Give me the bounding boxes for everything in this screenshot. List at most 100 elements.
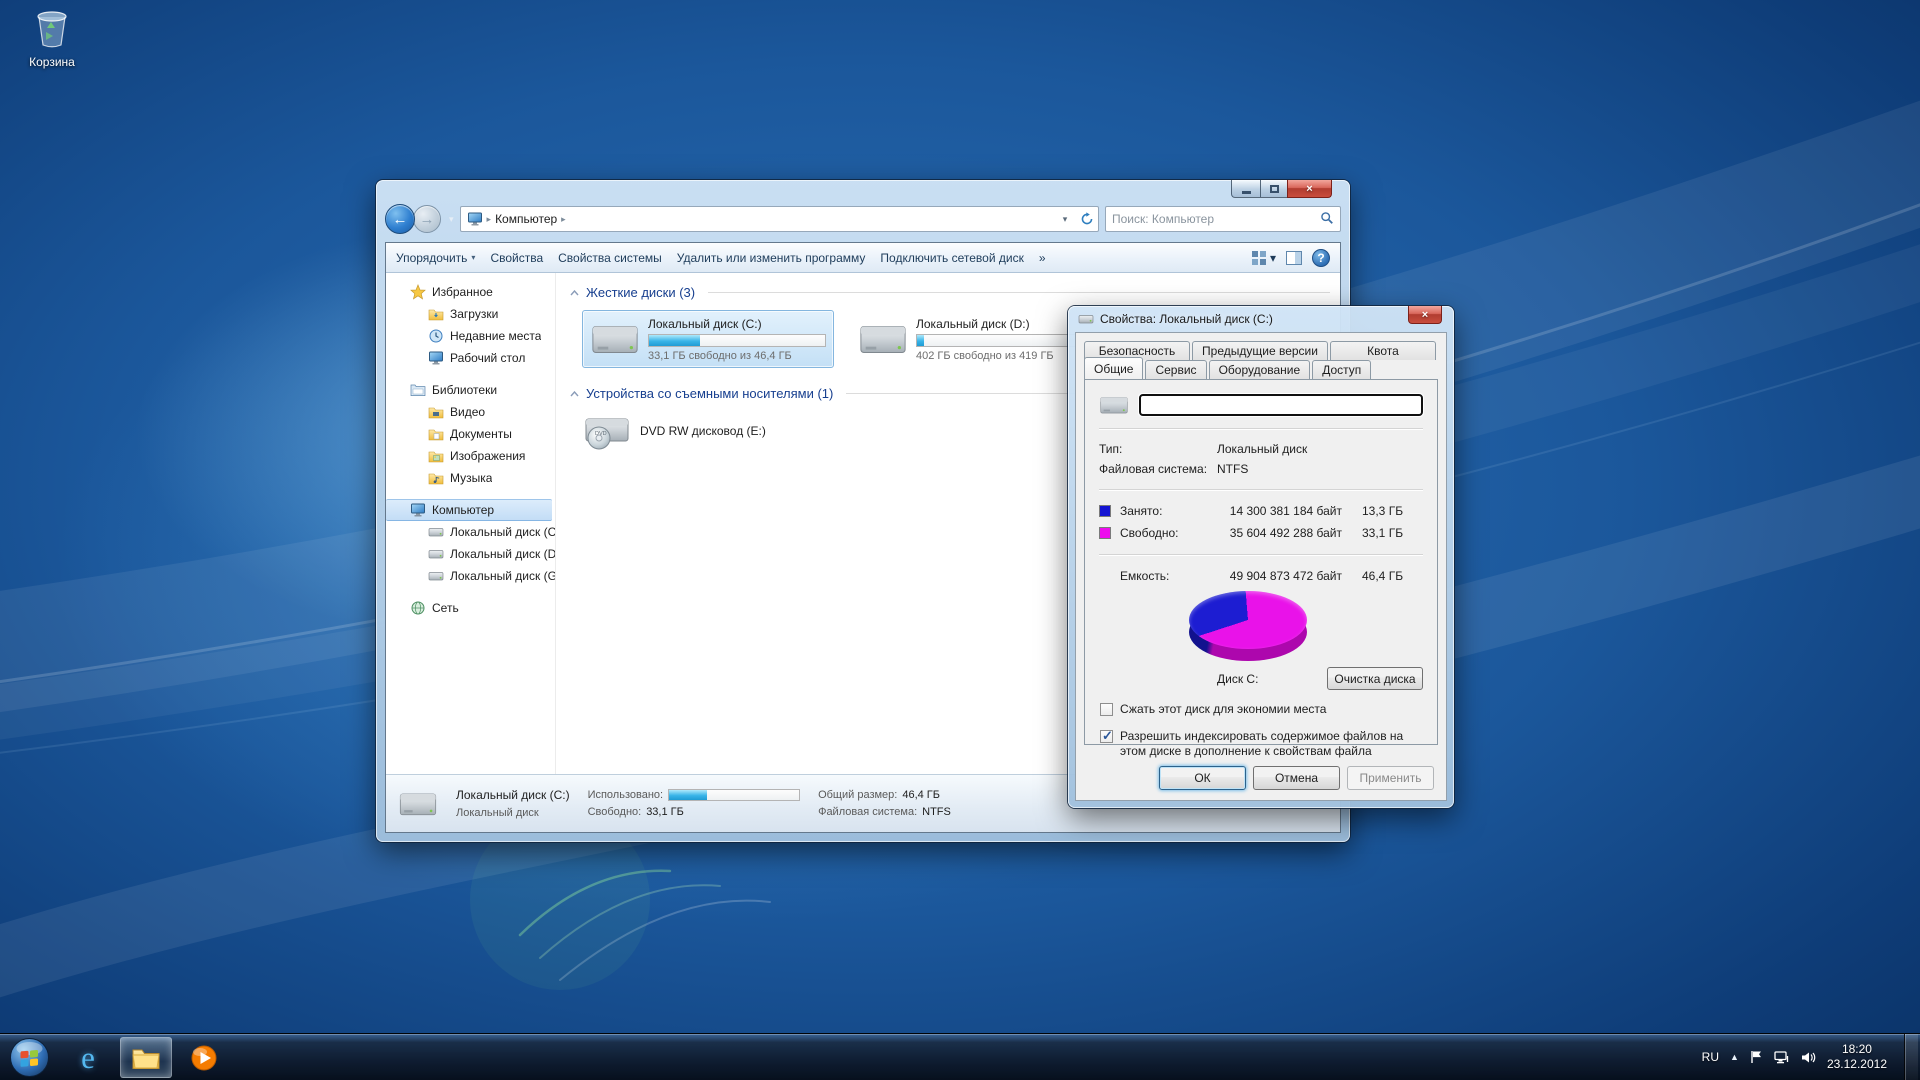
volume-icon[interactable] — [1801, 1051, 1816, 1064]
clock-icon — [428, 328, 444, 344]
recycle-bin-icon — [30, 8, 74, 50]
sidebar-item-music[interactable]: Музыка — [386, 467, 555, 489]
computer-icon — [467, 211, 483, 227]
collapse-chevron-icon[interactable] — [570, 290, 579, 296]
collapse-chevron-icon[interactable] — [570, 391, 579, 397]
tab-previous-versions[interactable]: Предыдущие версии — [1192, 341, 1328, 360]
apply-button[interactable]: Применить — [1347, 766, 1434, 790]
address-bar[interactable]: ▸ Компьютер ▸ ▾ — [460, 206, 1099, 232]
start-button[interactable] — [8, 1036, 51, 1079]
sidebar-item-favorites[interactable]: Избранное — [386, 281, 555, 303]
dvd-drive-icon: DVD — [582, 411, 630, 451]
disk-cleanup-button[interactable]: Очистка диска — [1327, 667, 1423, 690]
refresh-icon[interactable] — [1078, 208, 1096, 230]
compress-checkbox[interactable] — [1100, 703, 1113, 716]
group-header-line — [708, 292, 1330, 293]
taskbar-internet-explorer[interactable]: e — [62, 1037, 114, 1078]
forward-button[interactable]: → — [413, 205, 441, 233]
filesystem-value: NTFS — [1217, 462, 1248, 476]
close-icon: × — [1306, 183, 1312, 195]
show-desktop-button[interactable] — [1904, 1034, 1918, 1080]
details-total-label: Общий размер: — [818, 789, 897, 801]
taskbar-clock[interactable]: 18:20 23.12.2012 — [1827, 1042, 1887, 1072]
sidebar-item-network[interactable]: Сеть — [386, 597, 555, 619]
dialog-close-button[interactable]: × — [1408, 306, 1442, 324]
search-input[interactable]: Поиск: Компьютер — [1105, 206, 1341, 232]
group-header-removable[interactable]: Устройства со съемными носителями (1) — [586, 386, 833, 401]
tab-hardware[interactable]: Оборудование — [1209, 360, 1311, 379]
capacity-bytes: 49 904 873 472 байт — [1212, 569, 1362, 583]
sidebar-item-videos[interactable]: Видео — [386, 401, 555, 423]
tab-tools[interactable]: Сервис — [1145, 360, 1206, 379]
drive-tile-c[interactable]: Локальный диск (C:) 33,1 ГБ свободно из … — [582, 310, 834, 368]
address-dropdown-icon[interactable]: ▾ — [1056, 208, 1074, 230]
command-bar: Упорядочить ▾ Свойства Свойства системы … — [386, 243, 1340, 273]
volume-label-input[interactable] — [1139, 394, 1423, 416]
toolbar-properties[interactable]: Свойства — [490, 251, 543, 265]
preview-pane-icon[interactable] — [1286, 251, 1302, 265]
tray-expand-icon[interactable]: ▲ — [1730, 1052, 1739, 1062]
breadcrumb[interactable]: Компьютер — [495, 212, 557, 226]
chevron-down-icon: ▾ — [471, 253, 475, 262]
maximize-button[interactable] — [1260, 180, 1287, 198]
taskbar-windows-explorer[interactable] — [120, 1037, 172, 1078]
language-indicator[interactable]: RU — [1702, 1050, 1719, 1064]
svg-text:DVD: DVD — [595, 431, 607, 437]
history-dropdown-icon[interactable]: ▾ — [449, 214, 454, 225]
close-button[interactable]: × — [1287, 180, 1332, 198]
help-icon[interactable]: ? — [1312, 249, 1330, 267]
sidebar-item-documents[interactable]: Документы — [386, 423, 555, 445]
ok-button[interactable]: ОК — [1159, 766, 1246, 790]
drive-name: Локальный диск (C:) — [648, 317, 826, 331]
tab-sharing[interactable]: Доступ — [1312, 360, 1371, 379]
tab-general[interactable]: Общие — [1084, 357, 1143, 379]
sidebar-item-local-disk-c[interactable]: Локальный диск (C:) — [386, 521, 555, 543]
breadcrumb-chevron-icon[interactable]: ▸ — [561, 214, 566, 225]
folder-icon — [428, 306, 444, 322]
group-header-hard-disks[interactable]: Жесткие диски (3) — [586, 285, 695, 300]
toolbar-map-network-drive[interactable]: Подключить сетевой диск — [880, 251, 1023, 265]
type-value: Локальный диск — [1217, 442, 1307, 456]
toolbar-overflow[interactable]: » — [1039, 251, 1046, 265]
sidebar-item-local-disk-d[interactable]: Локальный диск (D:) — [386, 543, 555, 565]
sidebar-item-local-disk-g[interactable]: Локальный диск (G:) — [386, 565, 555, 587]
free-bytes: 35 604 492 288 байт — [1212, 526, 1362, 540]
general-tab-page: Тип: Локальный диск Файловая система: NT… — [1084, 379, 1438, 745]
separator — [1099, 554, 1423, 555]
back-button[interactable]: ← — [385, 204, 415, 234]
toolbar-system-properties[interactable]: Свойства системы — [558, 251, 662, 265]
taskbar: e RU ▲ — [0, 1033, 1920, 1080]
sidebar-item-computer[interactable]: Компьютер — [386, 499, 552, 521]
index-checkbox-label[interactable]: Разрешить индексировать содержимое файло… — [1120, 729, 1423, 759]
action-center-flag-icon[interactable] — [1750, 1050, 1763, 1064]
cancel-button[interactable]: Отмена — [1253, 766, 1340, 790]
recycle-bin[interactable]: Корзина — [14, 8, 90, 69]
details-item-type: Локальный диск — [456, 807, 570, 819]
sidebar-item-pictures[interactable]: Изображения — [386, 445, 555, 467]
toolbar-organize[interactable]: Упорядочить ▾ — [396, 251, 475, 265]
pie-chart-top — [1189, 591, 1307, 649]
chevron-down-icon: ▾ — [1270, 251, 1276, 265]
views-button[interactable]: ▾ — [1251, 250, 1276, 266]
taskbar-media-player[interactable] — [178, 1037, 230, 1078]
sidebar-item-libraries[interactable]: Библиотеки — [386, 379, 555, 401]
views-grid-icon — [1251, 250, 1267, 266]
sidebar-item-desktop[interactable]: Рабочий стол — [386, 347, 555, 369]
compress-checkbox-label[interactable]: Сжать этот диск для экономии места — [1120, 702, 1326, 717]
toolbar-uninstall-program[interactable]: Удалить или изменить программу — [677, 251, 866, 265]
tab-quota[interactable]: Квота — [1330, 341, 1436, 360]
breadcrumb-chevron-icon: ▸ — [487, 214, 492, 225]
library-icon — [410, 382, 426, 398]
drive-tile-d[interactable]: Локальный диск (D:) 402 ГБ свободно из 4… — [850, 310, 1102, 368]
index-checkbox[interactable] — [1100, 730, 1113, 743]
tab-control: Безопасность Предыдущие версии Квота Общ… — [1076, 333, 1446, 379]
minimize-button[interactable] — [1231, 180, 1260, 198]
internet-explorer-icon: e — [81, 1042, 95, 1073]
drive-name: DVD RW дисковод (E:) — [640, 424, 766, 438]
search-icon — [1320, 211, 1334, 228]
sidebar-item-downloads[interactable]: Загрузки — [386, 303, 555, 325]
sidebar-item-recent-places[interactable]: Недавние места — [386, 325, 555, 347]
disk-usage-pie-chart — [1099, 589, 1423, 665]
type-label: Тип: — [1099, 442, 1217, 456]
network-icon[interactable] — [1774, 1051, 1790, 1064]
